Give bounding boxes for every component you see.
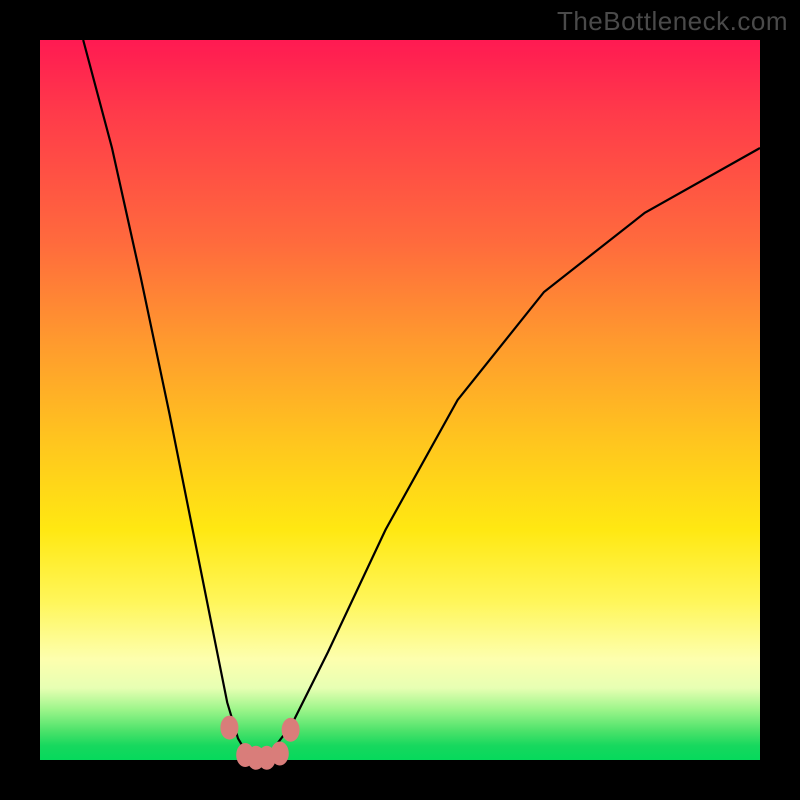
marker-point bbox=[271, 742, 289, 766]
marker-point bbox=[220, 716, 238, 740]
plot-area bbox=[40, 40, 760, 760]
bottom-markers bbox=[220, 716, 299, 770]
curve-right-branch bbox=[256, 148, 760, 760]
watermark-text: TheBottleneck.com bbox=[557, 6, 788, 37]
curve-layer bbox=[40, 40, 760, 760]
marker-point bbox=[282, 718, 300, 742]
curve-left-branch bbox=[83, 40, 256, 760]
chart-frame: TheBottleneck.com bbox=[0, 0, 800, 800]
